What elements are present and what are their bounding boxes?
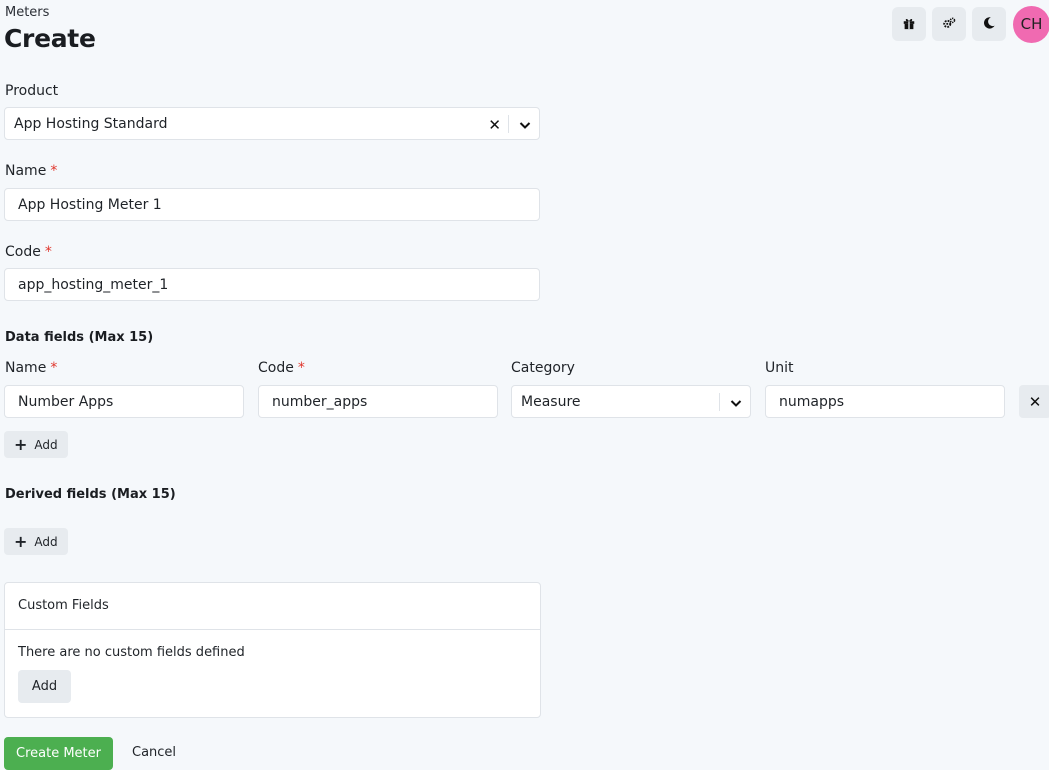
create-meter-page: Meters Create CH Product App Hosting Sta…: [0, 0, 1049, 770]
add-data-field-button[interactable]: + Add: [4, 431, 68, 458]
custom-fields-card: Custom Fields There are no custom fields…: [4, 582, 541, 718]
clear-icon[interactable]: ✕: [488, 116, 501, 134]
name-label: Name *: [5, 163, 58, 179]
chevron-down-icon[interactable]: [518, 118, 532, 132]
cancel-button[interactable]: Cancel: [132, 745, 176, 760]
product-label: Product: [5, 83, 59, 99]
name-input[interactable]: App Hosting Meter 1: [4, 188, 540, 221]
moon-icon: [982, 15, 996, 34]
plus-icon: +: [14, 531, 28, 551]
custom-fields-empty-message: There are no custom fields defined: [18, 645, 245, 660]
gears-icon: [942, 15, 956, 34]
product-select[interactable]: App Hosting Standard ✕: [4, 107, 540, 140]
select-divider: [719, 393, 720, 411]
add-derived-field-button[interactable]: + Add: [4, 528, 68, 555]
select-divider: [508, 115, 509, 133]
derived-fields-title: Derived fields (Max 15): [5, 487, 176, 502]
data-field-name-header: Name *: [5, 360, 58, 376]
chevron-down-icon[interactable]: [729, 396, 743, 410]
theme-toggle-button[interactable]: [972, 7, 1006, 41]
data-field-code-input[interactable]: number_apps: [258, 385, 498, 418]
gift-button[interactable]: [892, 7, 926, 41]
settings-button[interactable]: [932, 7, 966, 41]
create-meter-button[interactable]: Create Meter: [4, 737, 113, 770]
data-field-category-select[interactable]: Measure: [511, 385, 751, 418]
custom-fields-title: Custom Fields: [5, 583, 540, 630]
close-icon: ✕: [1028, 392, 1042, 411]
data-field-unit-header: Unit: [765, 360, 794, 376]
category-select-value: Measure: [521, 393, 581, 410]
avatar[interactable]: CH: [1013, 5, 1049, 43]
remove-data-field-button[interactable]: ✕: [1019, 385, 1049, 418]
top-actions: CH: [892, 4, 1049, 44]
page-title: Create: [4, 24, 96, 53]
data-field-category-header: Category: [511, 360, 575, 376]
data-field-unit-input[interactable]: numapps: [765, 385, 1005, 418]
code-label: Code *: [5, 244, 52, 260]
data-field-code-header: Code *: [258, 360, 305, 376]
gift-icon: [902, 15, 916, 34]
code-input[interactable]: app_hosting_meter_1: [4, 268, 540, 301]
product-select-value: App Hosting Standard: [14, 115, 168, 132]
data-fields-title: Data fields (Max 15): [5, 330, 154, 345]
data-field-name-input[interactable]: Number Apps: [4, 385, 244, 418]
breadcrumb[interactable]: Meters: [5, 5, 49, 20]
plus-icon: +: [14, 434, 28, 454]
add-custom-field-button[interactable]: Add: [18, 670, 71, 703]
